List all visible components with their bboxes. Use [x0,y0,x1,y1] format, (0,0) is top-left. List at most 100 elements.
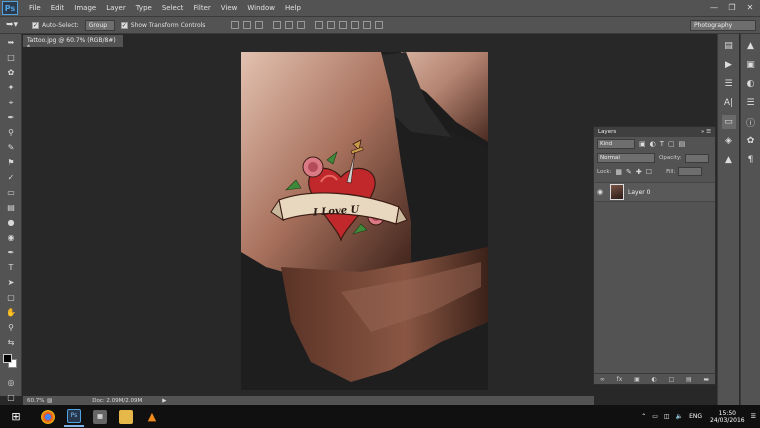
histogram-panel-icon[interactable]: ▲ [744,39,758,53]
pen-tool-icon[interactable]: ✒ [3,246,19,259]
layers-panel-title[interactable]: Layers [598,129,616,135]
delete-layer-icon[interactable]: ▬ [703,376,709,383]
add-mask-icon[interactable]: ▣ [634,376,640,383]
new-group-icon[interactable]: □ [669,376,675,383]
action-center-icon[interactable]: ☰ [751,413,756,420]
menu-file[interactable]: File [24,4,46,12]
image-canvas[interactable]: I Love U [241,52,488,390]
move-tool-icon[interactable]: ➥ [3,36,19,49]
lasso-tool-icon[interactable]: ✿ [3,66,19,79]
color-panel-icon[interactable]: ◐ [744,77,758,91]
gradient-tool-icon[interactable]: ▤ [3,201,19,214]
auto-select-checkbox[interactable]: ✓ [32,21,39,29]
actions-panel-icon[interactable]: ▶ [722,58,736,72]
filter-smart-object-icon[interactable]: ▤ [679,140,686,148]
new-adjustment-layer-icon[interactable]: ◐ [652,376,657,383]
history-panel-icon[interactable]: ▤ [722,39,736,53]
layer-name[interactable]: Layer 0 [628,189,650,196]
menu-help[interactable]: Help [280,4,306,12]
filter-shape-icon[interactable]: ▢ [668,140,675,148]
restore-icon[interactable]: ❐ [726,1,738,13]
calculator-app-icon[interactable]: ▦ [90,407,110,427]
move-tool-preset-icon[interactable]: ➥▾ [6,18,26,32]
filter-adjustment-icon[interactable]: ◐ [650,140,656,148]
opacity-input[interactable] [684,153,709,163]
lock-position-icon[interactable]: ✚ [636,168,642,176]
menu-filter[interactable]: Filter [188,4,215,12]
quick-select-tool-icon[interactable]: ✦ [3,81,19,94]
quick-mask-icon[interactable]: ◎ [3,376,19,389]
menu-edit[interactable]: Edit [46,4,70,12]
rectangle-tool-icon[interactable]: ▢ [3,291,19,304]
layer-style-icon[interactable]: fx [617,376,623,383]
character-panel-icon[interactable]: A| [722,96,736,110]
document-tab[interactable]: Tattoo.jpg @ 60.7% (RGB/8#) * [23,35,123,51]
workspace-select[interactable]: Photography [690,20,756,31]
chrome-app-icon[interactable] [38,407,58,427]
align-bottom-icon[interactable] [255,21,264,29]
marquee-tool-icon[interactable]: □ [3,51,19,64]
new-layer-icon[interactable]: ▤ [686,376,692,383]
blend-mode-select[interactable]: Normal [597,153,655,163]
windows-start-icon[interactable]: ⊞ [6,407,26,427]
clock[interactable]: 15:50 24/03/2016 [710,410,745,424]
type-tool-icon[interactable]: T [3,261,19,274]
language-indicator[interactable]: ENG [689,413,702,420]
align-left-icon[interactable] [273,21,282,29]
tray-chevron-icon[interactable]: ⌃ [641,413,646,420]
align-middle-icon[interactable] [243,21,252,29]
adjustments-panel-icon[interactable]: ☰ [744,96,758,110]
brush-tool-icon[interactable]: ✎ [3,141,19,154]
menu-view[interactable]: View [216,4,243,12]
eraser-tool-icon[interactable]: ▭ [3,186,19,199]
distribute-left-icon[interactable] [351,21,360,29]
file-explorer-app-icon[interactable] [116,407,136,427]
menu-window[interactable]: Window [242,4,280,12]
distribute-center-icon[interactable] [363,21,372,29]
status-menu-arrow-icon[interactable]: ▶ [162,398,166,404]
blur-tool-icon[interactable]: ● [3,216,19,229]
visibility-eye-icon[interactable]: ◉ [594,188,606,196]
link-layers-icon[interactable]: ∞ [600,376,605,383]
filter-pixel-icon[interactable]: ▣ [639,140,646,148]
lock-all-icon[interactable]: ☐ [646,168,652,176]
align-center-icon[interactable] [285,21,294,29]
menu-select[interactable]: Select [157,4,189,12]
menu-image[interactable]: Image [69,4,101,12]
fill-input[interactable] [678,167,703,176]
close-icon[interactable]: ✕ [744,1,756,13]
distribute-right-icon[interactable] [375,21,384,29]
channels-panel-icon[interactable]: ◈ [722,134,736,148]
properties-panel-icon[interactable]: ☰ [722,77,736,91]
history-brush-tool-icon[interactable]: ✓ [3,171,19,184]
styles-panel-icon[interactable]: ✿ [744,134,758,148]
distribute-middle-icon[interactable] [327,21,336,29]
align-right-icon[interactable] [297,21,306,29]
path-selection-tool-icon[interactable]: ➤ [3,276,19,289]
distribute-top-icon[interactable] [315,21,324,29]
hand-tool-icon[interactable]: ✋ [3,306,19,319]
healing-brush-tool-icon[interactable]: ⚲ [3,126,19,139]
layers-panel-icon[interactable]: ▭ [721,115,736,129]
paragraph-panel-icon[interactable]: ¶ [744,153,758,167]
navigator-panel-icon[interactable]: ▣ [744,58,758,72]
align-top-icon[interactable] [231,21,240,29]
crop-tool-icon[interactable]: ⌖ [3,96,19,109]
network-icon[interactable]: ◫ [664,413,670,420]
show-transform-checkbox[interactable]: ✓ [120,21,128,29]
filter-type-icon[interactable]: T [660,140,664,148]
paths-panel-icon[interactable]: ▲ [722,153,736,167]
clone-stamp-tool-icon[interactable]: ⚑ [3,156,19,169]
reset-colors-icon[interactable]: ⇆ [3,336,19,349]
panel-menu-icon[interactable]: » ☰ [701,129,711,135]
dodge-tool-icon[interactable]: ◉ [3,231,19,244]
vlc-app-icon[interactable]: ▲ [142,407,162,427]
zoom-tool-icon[interactable]: ⚲ [3,321,19,334]
minimize-icon[interactable]: — [708,1,720,13]
battery-icon[interactable]: ▭ [652,413,658,420]
photoshop-app-icon[interactable]: Ps [64,407,84,427]
info-panel-icon[interactable]: ⓘ [744,115,758,129]
distribute-bottom-icon[interactable] [339,21,348,29]
layer-row[interactable]: ◉ Layer 0 [594,182,715,202]
menu-layer[interactable]: Layer [101,4,131,12]
